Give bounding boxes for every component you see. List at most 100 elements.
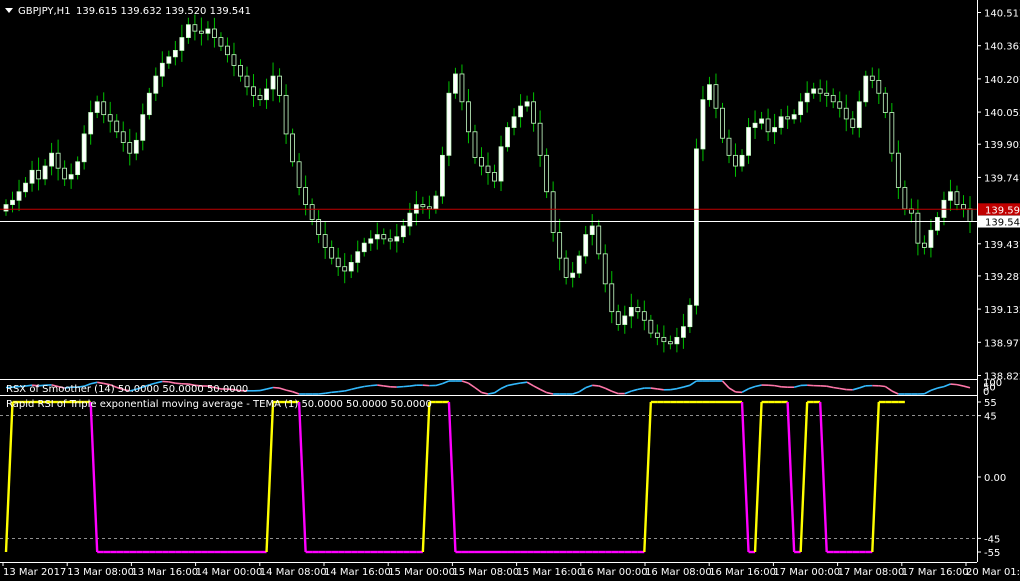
rapid-rsi-segment [265, 401, 275, 553]
candle [778, 108, 784, 135]
time-tick-label: 17 Mar 16:00 [902, 567, 969, 578]
rsx-segment [689, 380, 697, 386]
candle [42, 159, 48, 186]
rsx-segment [852, 387, 860, 391]
rapid-rsi-segment [447, 401, 457, 553]
rapid-rsi-segment [799, 401, 809, 553]
price-tick-label: 139.747 [984, 173, 1020, 184]
rapid-rsi-segment [297, 401, 307, 553]
candle [667, 335, 673, 350]
candle [433, 190, 439, 214]
triangle-down-icon[interactable] [5, 8, 13, 13]
candle [498, 135, 504, 192]
ohlc-label: 139.615 139.632 139.520 139.541 [76, 6, 251, 17]
candle [674, 327, 680, 353]
rsx-segment [526, 381, 534, 387]
rsx-segment [793, 384, 801, 388]
price-axis[interactable]: 140.517 140.362 140.207 140.052 139.902 139.7… [977, 9, 1020, 383]
candle [94, 95, 100, 119]
candle [654, 324, 660, 346]
candle [785, 105, 791, 129]
rsx-segment [500, 384, 508, 390]
candle [225, 37, 230, 63]
rsx-segment [774, 384, 782, 388]
price-tick-label: 139.902 [984, 140, 1020, 151]
price-tick-label: 140.362 [984, 42, 1020, 53]
candle [192, 14, 198, 41]
rsx-segment [826, 385, 834, 389]
candle [16, 179, 22, 212]
rsx-segment [741, 388, 749, 393]
rsx-segment [442, 380, 450, 385]
candle [622, 305, 628, 334]
candle [759, 111, 764, 130]
price-tick-label: 138.977 [984, 338, 1020, 349]
time-tick-label: 13 Mar 08:00 [67, 567, 134, 578]
rapid-rsi-panel[interactable] [0, 400, 977, 554]
rsx-segment [155, 380, 163, 384]
rsx-segment [592, 384, 599, 387]
candle [922, 235, 927, 255]
rapid-rsi-segment [421, 401, 431, 553]
candle [159, 51, 165, 87]
rsx-segment [572, 391, 580, 395]
candle [107, 101, 113, 133]
rsx-segment [409, 384, 417, 387]
candle [648, 314, 654, 338]
candle [531, 92, 536, 132]
candle [218, 32, 224, 51]
candle [440, 146, 445, 204]
rsx-segment [728, 387, 736, 393]
candle [681, 313, 686, 349]
symbol-label: GBPJPY,H1 [18, 6, 71, 17]
rsx-segment [924, 389, 932, 395]
candle [407, 202, 413, 236]
candle [387, 229, 393, 250]
rsx-segment [585, 384, 593, 389]
candle [726, 129, 732, 164]
candle [869, 67, 875, 89]
ask-price-tag: 139.598 [978, 203, 1020, 216]
chart-window[interactable]: GBPJPY,H1 139.615 139.632 139.520 139.54… [0, 0, 1020, 581]
rsx-segment [266, 386, 274, 390]
candle [570, 262, 576, 288]
price-tick-label: 139.287 [984, 272, 1020, 283]
candle [426, 195, 432, 219]
candle [361, 237, 367, 257]
rsx-segment [364, 384, 371, 388]
candle [635, 299, 641, 319]
rsx-segment [604, 387, 613, 392]
candle [335, 247, 341, 276]
candle [244, 66, 250, 96]
price-tick-label: 140.207 [984, 75, 1020, 86]
candle [153, 67, 159, 102]
candle [596, 219, 602, 260]
rsx-segment [357, 385, 365, 389]
rsx-segment [513, 382, 521, 385]
candle [641, 300, 647, 331]
rapid-tick-label: 45 [984, 412, 997, 423]
price-tick-label: 139.437 [984, 240, 1020, 251]
candle [199, 17, 204, 46]
candle [166, 50, 172, 69]
candle [967, 196, 973, 234]
rapid-tick-label: -45 [984, 534, 1000, 545]
rsx-segment [533, 385, 541, 391]
candle [830, 88, 836, 109]
rsx-segment [370, 384, 378, 387]
rapid-rsi-segment [871, 401, 881, 553]
candle [837, 91, 843, 118]
candle [179, 24, 185, 62]
time-axis[interactable]: 13 Mar 2017 13 Mar 08:0013 Mar 16:0014 Ma… [2, 562, 1020, 578]
candle [948, 179, 953, 212]
rsx-segment [721, 380, 730, 389]
rapid-tick-label: 0.00 [984, 473, 1006, 484]
candle [68, 163, 74, 189]
candle [713, 73, 719, 119]
time-tick-label: 14 Mar 08:00 [260, 567, 327, 578]
rsx-segment [351, 387, 358, 391]
candle [264, 78, 269, 109]
time-tick-label: 13 Mar 16:00 [131, 567, 198, 578]
candle [348, 254, 354, 279]
rsx-segment [285, 389, 293, 393]
